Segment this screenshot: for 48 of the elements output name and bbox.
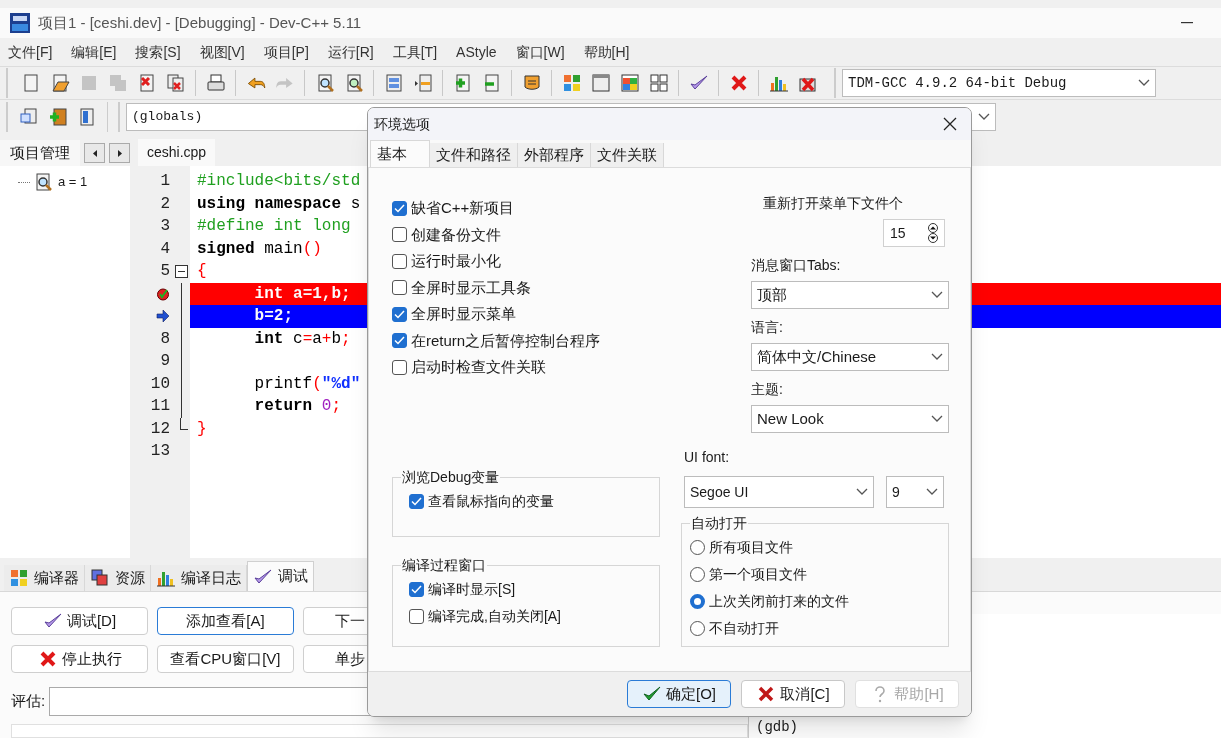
checkbox-label: 全屏时显示菜单 xyxy=(411,304,516,324)
checkbox-label: 运行时最小化 xyxy=(411,251,501,271)
field-label: UI font: xyxy=(684,448,731,467)
group-title: 编译过程窗口 xyxy=(401,556,487,575)
line-number: 2 xyxy=(160,193,170,215)
field-label: 语言: xyxy=(751,318,784,337)
code-line: { xyxy=(197,261,207,283)
line-number: 11 xyxy=(150,396,170,418)
dialog-title: 环境选项 xyxy=(374,114,430,134)
radio-label: 不自动打开 xyxy=(709,619,779,638)
code-line: return 0; xyxy=(253,396,342,418)
line-number: 1 xyxy=(160,171,170,193)
window-title: 项目1 - [ceshi.dev] - [Debugging] - Dev-C++ 5.11 xyxy=(38,12,362,33)
group-title: 自动打开 xyxy=(690,514,748,533)
code-line: #define int long xyxy=(197,216,351,238)
radio-label: 第一个项目文件 xyxy=(709,565,807,584)
field-label: 主题: xyxy=(751,380,784,399)
checkbox-label: 全屏时显示工具条 xyxy=(411,277,531,298)
evaluate-label: 评估: xyxy=(11,691,46,712)
radio-label: 上次关闭前打来的文件 xyxy=(709,592,849,611)
checkbox-label: 查看鼠标指向的变量 xyxy=(428,492,554,511)
checkbox-label: 在return之后暂停控制台程序 xyxy=(411,330,601,351)
line-number: 12 xyxy=(150,418,170,440)
line-number: 8 xyxy=(160,328,170,350)
line-number: 3 xyxy=(160,216,170,238)
line-number: 4 xyxy=(160,238,170,260)
line-number: 9 xyxy=(160,351,170,373)
checkbox-label: 缺省C++新项目 xyxy=(411,198,515,218)
code-line: signed main() xyxy=(197,238,322,260)
output-line: (gdb) xyxy=(756,718,799,737)
line-number: 5 xyxy=(160,261,170,283)
code-line: } xyxy=(197,418,207,440)
group-title: 浏览Debug变量 xyxy=(401,468,501,487)
code-line: using namespace s xyxy=(197,193,361,215)
radio-label: 所有项目文件 xyxy=(709,538,793,557)
field-label: 消息窗口Tabs: xyxy=(751,256,842,275)
checkbox-label: 编译完成,自动关闭[A] xyxy=(428,607,561,626)
code-line: b=2; xyxy=(253,306,293,328)
line-number: 13 xyxy=(150,441,170,463)
reopen-label: 重新打开菜单下文件个 xyxy=(763,195,903,211)
checkbox-label: 启动时检查文件关联 xyxy=(411,357,546,377)
checkbox-label: 编译时显示[S] xyxy=(428,580,516,599)
line-number: 10 xyxy=(150,373,170,395)
code-line: int a=1,b; xyxy=(253,283,351,305)
checkbox-label: 创建备份文件 xyxy=(411,224,501,245)
code-line: #include<bits/std xyxy=(197,171,361,193)
code-line: printf("%d" xyxy=(253,373,361,395)
code-line: int c=a+b; xyxy=(253,328,351,350)
